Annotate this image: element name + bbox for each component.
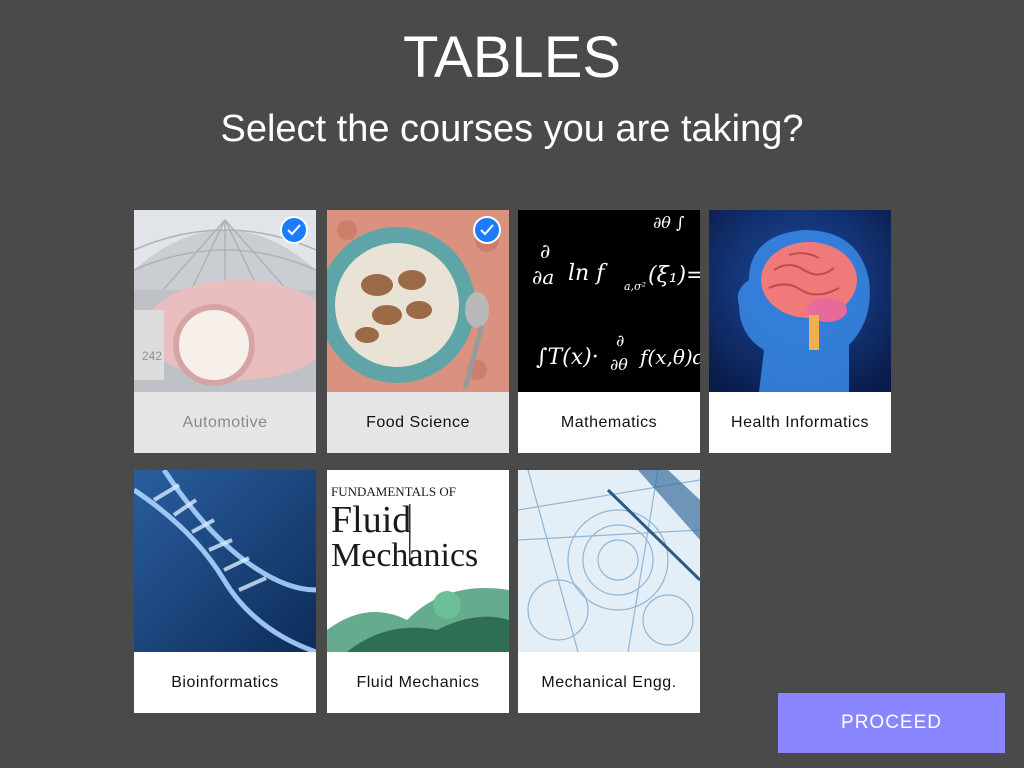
course-label: Bioinformatics <box>171 673 279 691</box>
course-card-mechanical-engg[interactable]: Mechanical Engg. <box>518 470 700 713</box>
mechanical-engg-image <box>518 470 700 652</box>
course-card-mathematics[interactable]: ∂θ ∫ ∂ ∂a ln f a,σ² (ξ₁)= ∫T(x)· ∂ ∂θ f(… <box>518 210 700 453</box>
course-label: Health Informatics <box>731 413 869 431</box>
page-title: TABLES <box>402 25 622 90</box>
course-card-automotive[interactable]: 242 Automotive <box>134 210 316 453</box>
svg-text:242: 242 <box>142 349 162 363</box>
fluid-mechanics-image: FUNDAMENTALS OF Fluid Mechanics <box>327 470 509 652</box>
math-line: (ξ₁)= <box>648 263 700 288</box>
checkmark-icon <box>280 216 308 244</box>
proceed-button[interactable]: PROCEED <box>778 693 1005 753</box>
fluid-cover-line: Fluid <box>331 499 411 541</box>
checkmark-icon <box>473 216 501 244</box>
math-line: f(x,θ)d <box>638 345 700 369</box>
course-label: Food Science <box>327 392 509 453</box>
math-line: ∫T(x)· <box>536 345 599 370</box>
course-label: Fluid Mechanics <box>356 673 480 691</box>
math-line: ln f <box>568 261 608 286</box>
math-line: a,σ² <box>624 280 646 293</box>
course-label: Mathematics <box>560 413 658 431</box>
math-line: ∂a <box>532 265 554 289</box>
course-card-health-informatics[interactable]: Health Informatics <box>709 210 891 453</box>
fluid-cover-line: FUNDAMENTALS OF <box>331 484 456 499</box>
course-card-food-science[interactable]: Food Science <box>327 210 509 453</box>
health-informatics-image <box>709 210 891 392</box>
course-card-bioinformatics[interactable]: Bioinformatics <box>134 470 316 713</box>
course-card-fluid-mechanics[interactable]: FUNDAMENTALS OF Fluid Mechanics Fluid Me… <box>327 470 509 713</box>
fluid-cover-line: Mechanics <box>331 537 478 574</box>
page-subtitle: Select the courses you are taking? <box>220 108 804 150</box>
math-line: ∂θ <box>610 355 628 374</box>
math-line: ∂ <box>540 239 550 263</box>
math-line: ∂ <box>616 331 624 350</box>
course-label: Mechanical Engg. <box>541 673 677 691</box>
mathematics-image: ∂θ ∫ ∂ ∂a ln f a,σ² (ξ₁)= ∫T(x)· ∂ ∂θ f(… <box>518 210 700 392</box>
course-label: Automotive <box>134 392 316 453</box>
bioinformatics-image <box>134 470 316 652</box>
math-line: ∂θ ∫ <box>653 213 684 232</box>
